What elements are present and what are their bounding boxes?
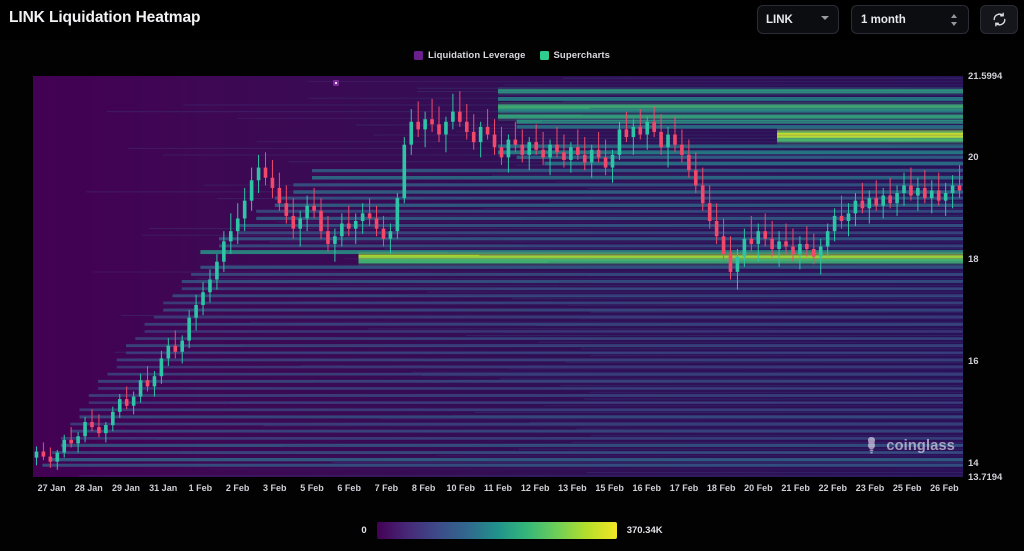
x-axis-tick: 29 Jan — [111, 483, 141, 493]
y-axis-tick: 21.5994 — [968, 71, 1003, 82]
x-axis-tick: 5 Feb — [300, 483, 324, 493]
period-select[interactable]: 1 month — [851, 5, 969, 34]
liquidation-heatmap-page: LINK Liquidation Heatmap LINK 1 month Li… — [0, 0, 1024, 551]
heatmap-chart[interactable]: coinglass — [33, 76, 963, 477]
x-axis-tick: 13 Feb — [558, 483, 587, 493]
chevron-down-icon — [821, 15, 830, 24]
x-axis-tick: 16 Feb — [632, 483, 662, 493]
colorbar-gradient — [376, 521, 617, 539]
x-axis-tick: 22 Feb — [818, 483, 848, 493]
x-axis-tick: 1 Feb — [188, 483, 213, 493]
page-title: LINK Liquidation Heatmap — [9, 9, 201, 26]
legend-swatch — [413, 50, 423, 60]
x-axis-tick: 26 Feb — [930, 483, 959, 493]
period-select-value: 1 month — [861, 13, 906, 26]
coinglass-logo-icon — [863, 436, 880, 455]
y-axis-tick: 13.7194 — [968, 472, 1003, 483]
refresh-icon — [992, 12, 1007, 27]
x-axis-tick: 11 Feb — [483, 483, 513, 493]
header-bar: LINK Liquidation Heatmap LINK 1 month — [0, 0, 1024, 40]
x-axis-tick: 25 Feb — [892, 483, 922, 493]
x-axis-tick: 21 Feb — [781, 483, 810, 493]
x-axis-tick: 6 Feb — [337, 483, 361, 493]
x-axis-tick: 3 Feb — [263, 483, 287, 493]
x-axis-tick: 17 Feb — [669, 483, 699, 493]
x-axis-tick: 18 Feb — [706, 483, 736, 493]
x-axis-tick: 23 Feb — [855, 483, 885, 493]
legend-item-supercharts[interactable]: Supercharts — [539, 49, 611, 61]
x-axis: 27 Jan 28 Jan 29 Jan 31 Jan 1 Feb 2 Feb 3 Feb 5… — [0, 483, 1024, 499]
y-axis-tick: 18 — [968, 254, 979, 266]
x-axis-tick: 15 Feb — [595, 483, 624, 493]
x-axis-tick: 12 Feb — [520, 483, 550, 493]
crosshair-marker — [333, 80, 339, 86]
legend-label: Liquidation Leverage — [427, 49, 526, 61]
legend-item-liquidation-leverage[interactable]: Liquidation Leverage — [413, 49, 526, 61]
x-axis-tick: 10 Feb — [446, 483, 476, 493]
legend-swatch — [539, 50, 549, 60]
x-axis-tick: 8 Feb — [411, 483, 436, 493]
y-axis-tick: 16 — [968, 355, 979, 367]
symbol-select[interactable]: LINK — [757, 5, 839, 34]
chart-legend: Liquidation Leverage Supercharts — [0, 47, 1024, 63]
refresh-button[interactable] — [980, 5, 1018, 34]
symbol-select-value: LINK — [766, 13, 793, 26]
colorbar-legend: 0 370.34K — [0, 515, 1024, 545]
y-axis: 21.5994 20 18 16 14 13.7194 — [966, 60, 1024, 500]
legend-label: Supercharts — [553, 49, 611, 61]
x-axis-tick: 20 Feb — [744, 483, 773, 493]
y-axis-tick: 20 — [968, 152, 979, 164]
watermark-label: coinglass — [886, 437, 955, 454]
x-axis-tick: 31 Jan — [149, 483, 178, 493]
x-axis-tick: 28 Jan — [74, 483, 103, 493]
coinglass-watermark: coinglass — [863, 436, 955, 455]
heatmap-canvas — [33, 76, 963, 477]
y-axis-tick: 14 — [968, 457, 979, 469]
x-axis-tick: 2 Feb — [225, 483, 250, 493]
colorbar-max-label: 370.34K — [626, 524, 663, 536]
stepper-updown-icon[interactable] — [950, 13, 959, 27]
colorbar-min-label: 0 — [361, 524, 367, 536]
x-axis-tick: 27 Jan — [37, 483, 66, 493]
x-axis-tick: 7 Feb — [374, 483, 399, 493]
